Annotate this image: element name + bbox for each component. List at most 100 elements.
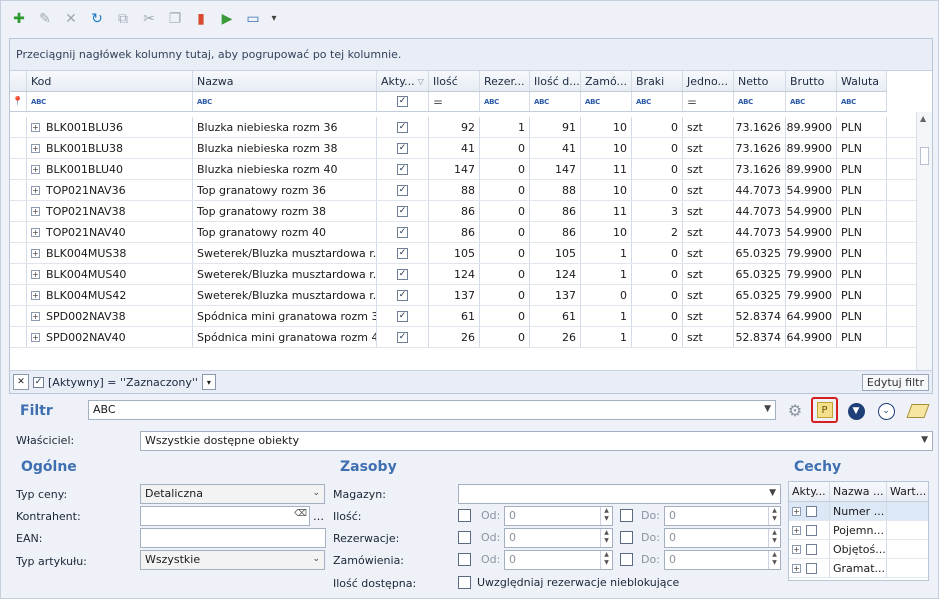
cell-gross[interactable]: 89.9900 <box>786 138 837 158</box>
edit-icon[interactable]: ✎ <box>35 9 55 29</box>
cell-reserved[interactable]: 0 <box>480 159 530 179</box>
cell-code[interactable]: + BLK001BLU40 <box>27 159 193 179</box>
row-indicator[interactable] <box>10 138 27 158</box>
cell-unit[interactable]: szt <box>683 264 734 284</box>
row-indicator[interactable] <box>10 201 27 221</box>
filter-equals-icon[interactable]: = <box>429 92 480 111</box>
checkbox[interactable]: ✓ <box>397 310 408 322</box>
table-row[interactable]: + SPD002NAV38 Spódnica mini granatowa rozm… <box>10 306 916 327</box>
cell-ordered[interactable]: 11 <box>581 201 632 221</box>
filter-text-icon[interactable]: ABC <box>837 92 887 111</box>
checkbox[interactable]: ✓ <box>397 163 408 175</box>
table-row[interactable]: + BLK004MUS42 Sweterek/Bluzka musztardowa … <box>10 285 916 306</box>
expand-row-icon[interactable]: + <box>31 185 40 195</box>
chevron-down-icon[interactable]: ▼ <box>921 435 928 445</box>
column-filter-icon[interactable]: ▽ <box>418 77 424 86</box>
row-indicator[interactable] <box>10 285 27 305</box>
view-dropdown-icon[interactable]: ▾ <box>269 9 279 29</box>
filter-history-dropdown[interactable]: ▾ <box>201 374 216 390</box>
cell-available[interactable]: 137 <box>530 285 581 305</box>
cell-unit[interactable]: szt <box>683 285 734 305</box>
orders-to-input[interactable]: 0 ▲ ▼ <box>664 550 781 570</box>
cell-gross[interactable]: 89.9900 <box>786 117 837 137</box>
quantity-from-checkbox[interactable] <box>458 509 471 522</box>
cell-unit[interactable]: szt <box>683 159 734 179</box>
expand-row-icon[interactable]: + <box>31 248 40 258</box>
cell-reserved[interactable]: 0 <box>480 264 530 284</box>
cell-available[interactable]: 26 <box>530 327 581 347</box>
cell-gross[interactable]: 79.9900 <box>786 243 837 263</box>
reservations-to-input[interactable]: 0 ▲ ▼ <box>664 528 781 548</box>
cell-qty[interactable]: 92 <box>429 117 480 137</box>
filter-enabled-checkbox[interactable]: ✓ <box>33 376 44 388</box>
grid-vertical-scrollbar[interactable]: ▲ ▼ <box>916 112 932 382</box>
cell-reserved[interactable]: 0 <box>480 243 530 263</box>
expand-row-icon[interactable]: + <box>31 332 40 342</box>
column-header-8[interactable]: Jedno... <box>683 71 734 91</box>
cell-name[interactable]: Bluzka niebieska rozm 40 <box>193 159 377 179</box>
table-row[interactable]: + BLK001BLU38 Bluzka niebieska rozm 38 ✓ 41 0… <box>10 138 916 159</box>
cell-net[interactable]: 65.0325 <box>734 243 786 263</box>
cell-unit[interactable]: szt <box>683 306 734 326</box>
clear-filter-button[interactable]: ✕ <box>13 374 29 390</box>
column-header-7[interactable]: Braki <box>632 71 683 91</box>
cell-currency[interactable]: PLN <box>837 201 887 221</box>
cell-currency[interactable]: PLN <box>837 222 887 242</box>
expand-row-icon[interactable]: + <box>31 311 40 321</box>
p-filter-button[interactable]: P <box>811 397 838 423</box>
cell-net[interactable]: 52.8374 <box>734 327 786 347</box>
cell-name[interactable]: Spódnica mini granatowa rozm 38 <box>193 306 377 326</box>
cell-gross[interactable]: 79.9900 <box>786 264 837 284</box>
table-row[interactable]: + BLK004MUS40 Sweterek/Bluzka musztardowa … <box>10 264 916 285</box>
features-active-cell[interactable]: + <box>789 521 830 539</box>
column-header-0[interactable]: Kod <box>27 71 193 91</box>
quantity-to-checkbox[interactable] <box>620 509 633 522</box>
checkbox[interactable] <box>806 543 817 555</box>
cell-available[interactable]: 91 <box>530 117 581 137</box>
price-type-select[interactable]: Detaliczna ⌄ <box>140 484 325 504</box>
quantity-to-input[interactable]: 0 ▲ ▼ <box>664 506 781 526</box>
features-row[interactable]: + Gramat... <box>789 559 928 578</box>
table-row[interactable]: + BLK001BLU40 Bluzka niebieska rozm 40 ✓ 147… <box>10 159 916 180</box>
cell-ordered[interactable]: 1 <box>581 264 632 284</box>
cell-code[interactable]: + BLK001BLU38 <box>27 138 193 158</box>
expand-row-icon[interactable]: + <box>31 227 40 237</box>
eraser-icon[interactable] <box>906 400 930 422</box>
column-header-6[interactable]: Zamó... <box>581 71 632 91</box>
column-header-2[interactable]: Akty... ▽ <box>377 71 429 91</box>
features-name-cell[interactable]: Gramat... <box>830 559 887 577</box>
cell-name[interactable]: Top granatowy rozm 40 <box>193 222 377 242</box>
expand-row-icon[interactable]: + <box>31 122 40 132</box>
active-checkbox-cell[interactable]: ✓ <box>377 138 429 158</box>
row-indicator[interactable] <box>10 159 27 179</box>
expand-row-icon[interactable]: + <box>792 544 801 554</box>
active-checkbox-cell[interactable]: ✓ <box>377 285 429 305</box>
cell-unit[interactable]: szt <box>683 201 734 221</box>
cell-qty[interactable]: 137 <box>429 285 480 305</box>
cell-currency[interactable]: PLN <box>837 285 887 305</box>
table-row[interactable]: + SPD002NAV40 Spódnica mini granatowa rozm… <box>10 327 916 348</box>
filter-text-icon[interactable]: ABC <box>786 92 837 111</box>
cell-name[interactable]: Spódnica mini granatowa rozm 40 <box>193 327 377 347</box>
cell-ordered[interactable]: 11 <box>581 159 632 179</box>
cell-net[interactable]: 44.7073 <box>734 222 786 242</box>
features-active-cell[interactable]: + <box>789 559 830 577</box>
cell-ordered[interactable]: 1 <box>581 327 632 347</box>
checkbox[interactable] <box>806 524 817 536</box>
features-row[interactable]: + Objętoś... <box>789 540 928 559</box>
cell-qty[interactable]: 26 <box>429 327 480 347</box>
filter-text-icon[interactable]: ABC <box>734 92 786 111</box>
features-col-name[interactable]: Nazwa ... <box>830 482 887 501</box>
cell-reserved[interactable]: 0 <box>480 306 530 326</box>
cell-reserved[interactable]: 0 <box>480 201 530 221</box>
features-row[interactable]: + Pojemn... <box>789 521 928 540</box>
column-header-3[interactable]: Ilość <box>429 71 480 91</box>
checkbox[interactable]: ✓ <box>397 331 408 343</box>
features-name-cell[interactable]: Numer ... <box>830 502 887 520</box>
view-icon[interactable]: ▭ <box>243 9 263 29</box>
cell-shortage[interactable]: 0 <box>632 306 683 326</box>
expand-row-icon[interactable]: + <box>31 269 40 279</box>
cell-unit[interactable]: szt <box>683 243 734 263</box>
cell-unit[interactable]: szt <box>683 222 734 242</box>
cell-gross[interactable]: 89.9900 <box>786 159 837 179</box>
